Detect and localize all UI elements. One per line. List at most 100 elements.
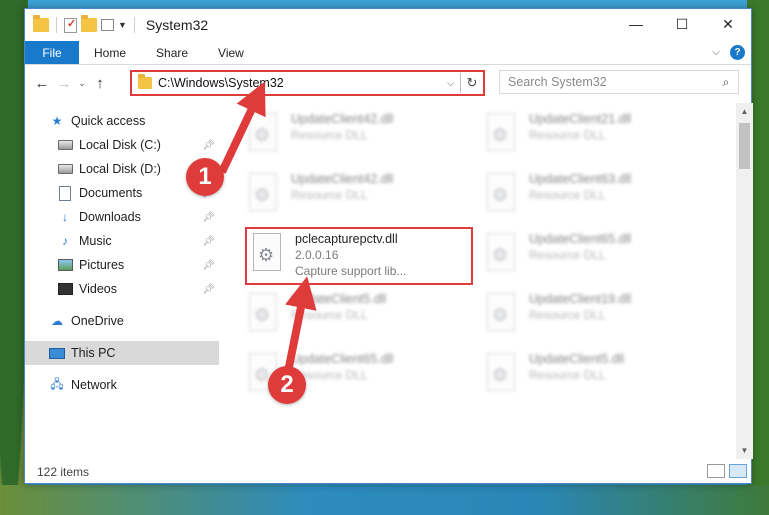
dll-file-icon: ⚙ [485,173,517,213]
close-button[interactable]: ✕ [705,9,751,39]
file-tile[interactable]: ⚙ UpdateClient42.dll Resource DLL [247,171,477,221]
file-type: Resource DLL [529,248,606,262]
nav-local-disk-c[interactable]: Local Disk (C:) 📌︎ [25,133,219,157]
maximize-button[interactable]: ☐ [659,9,705,39]
search-input[interactable] [508,75,714,89]
nav-videos[interactable]: Videos 📌︎ [25,277,219,301]
star-icon: ★ [51,114,63,128]
dll-file-icon: ⚙ [485,353,517,393]
address-history-chevron-icon[interactable]: ⌵ [447,78,454,89]
window-title: System32 [145,17,209,33]
file-tile[interactable]: ⚙ UpdateClient42.dll Resource DLL [247,111,477,161]
pin-icon[interactable]: 📌︎ [202,260,215,271]
nav-onedrive[interactable]: ☁ OneDrive [25,309,219,333]
documents-icon [57,185,73,201]
file-tile[interactable]: ⚙ UpdateClient5.dll Resource DLL [247,291,477,341]
pin-icon[interactable]: 📌︎ [202,284,215,295]
status-bar: 122 items [25,461,753,483]
customize-qat-icon[interactable] [101,19,114,31]
recent-locations-chevron-icon[interactable]: ⌄ [75,78,89,89]
dll-file-icon: ⚙ [485,113,517,153]
nav-pictures[interactable]: Pictures 📌︎ [25,253,219,277]
file-tile[interactable]: ⚙ UpdateClient21.dll Resource DLL [485,111,715,161]
tab-file[interactable]: File [25,41,79,64]
file-tile[interactable]: ⚙ UpdateClient65.dll Resource DLL [485,231,715,281]
scroll-down-icon[interactable]: ▼ [736,442,753,459]
file-name: pclecapturepctv.dll [295,232,398,246]
scroll-up-icon[interactable]: ▲ [736,103,753,120]
properties-icon[interactable] [64,17,77,33]
nav-quick-access[interactable]: ★ Quick access [25,109,219,133]
file-name: UpdateClient5.dll [529,352,625,366]
file-tile[interactable]: ⚙ UpdateClient63.dll Resource DLL [485,171,715,221]
nav-downloads[interactable]: ↓ Downloads 📌︎ [25,205,219,229]
videos-icon [57,281,73,297]
dll-file-icon: ⚙ [485,233,517,273]
nav-item-label: Videos [79,282,117,296]
network-icon: 🖧︎ [50,376,64,391]
refresh-icon[interactable]: ↻ [461,75,483,91]
music-icon: ♪ [62,234,68,248]
file-type: Resource DLL [291,368,368,382]
nav-item-label: OneDrive [71,314,124,328]
back-arrow-icon[interactable]: ← [31,75,53,92]
dll-file-icon: ⚙ [247,113,279,153]
tab-share[interactable]: Share [141,41,203,64]
nav-item-label: Documents [79,186,143,200]
tab-home[interactable]: Home [79,41,141,64]
new-folder-icon[interactable] [81,15,97,32]
address-bar[interactable]: C:\Windows\System32 ⌵ ↻ [130,70,485,96]
file-type: Resource DLL [529,308,606,322]
title-bar: ▼ System32 — ☐ ✕ [25,9,751,41]
search-box[interactable]: ⌕ [499,70,739,94]
downloads-icon: ↓ [62,210,68,224]
nav-item-label: Quick access [71,114,146,128]
file-name: UpdateClient42.dll [291,172,394,186]
file-type: Resource DLL [291,308,368,322]
vertical-scrollbar[interactable]: ▲ ▼ [736,103,753,459]
navigation-pane: ★ Quick access Local Disk (C:) 📌︎ Local … [25,103,219,459]
minimize-button[interactable]: — [613,9,659,39]
forward-arrow-icon[interactable]: → [53,75,75,92]
pin-icon[interactable]: 📌︎ [202,140,215,151]
computer-icon [49,345,65,361]
large-icons-view-icon[interactable] [729,464,747,478]
pin-icon[interactable]: 📌︎ [202,212,215,223]
up-arrow-icon[interactable]: ↑ [89,75,111,92]
address-path[interactable]: C:\Windows\System32 [158,76,447,90]
help-icon[interactable]: ? [730,45,745,60]
nav-item-label: Pictures [79,258,125,272]
file-name: UpdateClient5.dll [291,292,387,306]
target-dll-file-tile[interactable]: ⚙ pclecapturepctv.dll 2.0.0.16 Capture s… [245,227,473,285]
dll-file-icon: ⚙ [247,293,279,333]
step-1-badge: 1 [186,158,224,196]
details-view-icon[interactable] [707,464,725,478]
nav-item-label: Network [71,378,117,392]
folder-icon [138,74,152,89]
dll-file-icon: ⚙ [485,293,517,333]
file-name: UpdateClient21.dll [529,112,632,126]
file-type: Resource DLL [291,188,368,202]
nav-item-label: This PC [71,346,116,360]
file-tile[interactable]: ⚙ UpdateClient5.dll Resource DLL [485,351,715,401]
file-tile[interactable]: ⚙ UpdateClient19.dll Resource DLL [485,291,715,341]
file-name: UpdateClient19.dll [529,292,632,306]
tab-view[interactable]: View [203,41,259,64]
local-disk-icon [57,137,73,153]
view-switcher [707,464,747,478]
pin-icon[interactable]: 📌︎ [202,236,215,247]
qat-dropdown-icon[interactable]: ▼ [118,20,127,30]
scrollbar-thumb[interactable] [739,123,750,169]
local-disk-icon [57,161,73,177]
search-icon[interactable]: ⌕ [714,75,738,90]
nav-network[interactable]: 🖧︎ Network [25,373,219,397]
nav-music[interactable]: ♪ Music 📌︎ [25,229,219,253]
step-2-badge: 2 [268,366,306,404]
file-type: Resource DLL [529,128,606,142]
navigation-bar: ← → ⌄ ↑ C:\Windows\System32 ⌵ ↻ ⌕ [25,65,751,101]
file-list: ⚙ UpdateClient42.dll Resource DLL ⚙ Updat… [219,103,753,459]
nav-this-pc[interactable]: This PC [25,341,219,365]
cloud-icon: ☁ [51,314,63,328]
expand-ribbon-chevron-icon[interactable]: ⌵ [712,47,720,58]
ribbon-tabs: File Home Share View ⌵ ? [25,41,751,65]
